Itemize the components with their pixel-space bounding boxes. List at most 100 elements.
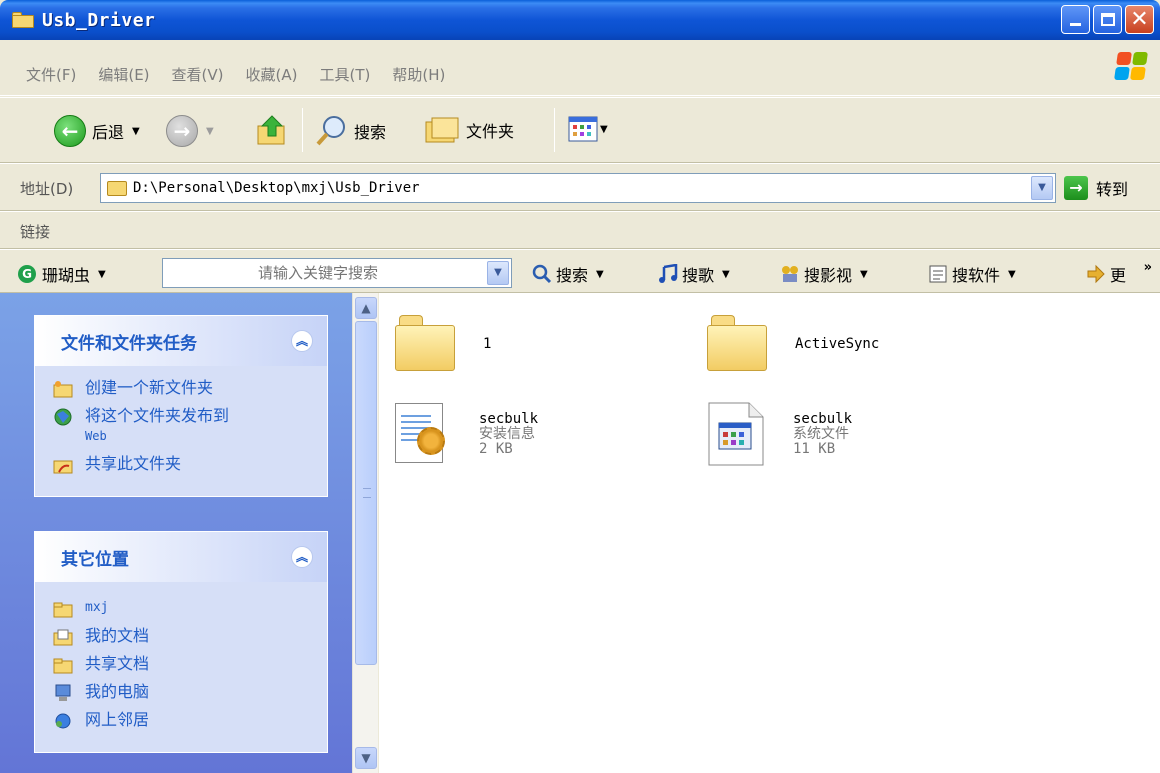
- back-dropdown-icon[interactable]: ▼: [132, 126, 140, 137]
- coral-search-field[interactable]: ▼: [162, 258, 512, 288]
- coral-more-button[interactable]: 更: [1086, 262, 1126, 286]
- window-title: Usb_Driver: [42, 9, 156, 31]
- task-new-folder[interactable]: 创建一个新文件夹: [53, 378, 327, 398]
- folder-icon: [12, 12, 34, 28]
- up-button[interactable]: [254, 112, 290, 148]
- address-value: D:\Personal\Desktop\mxj\Usb_Driver: [133, 180, 420, 196]
- place-label: 我的电脑: [85, 682, 150, 701]
- standard-toolbar: ← 后退 ▼ → ▼ 搜索 文件夹 ▼: [0, 97, 1160, 163]
- menu-help[interactable]: 帮助(H): [392, 64, 445, 85]
- menu-tools[interactable]: 工具(T): [319, 64, 370, 85]
- collapse-icon[interactable]: ︽: [291, 330, 313, 352]
- scroll-up-icon[interactable]: ▲: [355, 297, 377, 319]
- go-label: 转到: [1096, 180, 1129, 199]
- coral-menu-button[interactable]: G 珊瑚虫 ▼: [18, 262, 106, 286]
- coral-song-arrow-icon[interactable]: ▼: [722, 269, 730, 280]
- file-tasks-header[interactable]: 文件和文件夹任务 ︽: [35, 316, 327, 366]
- coral-search-arrow-icon[interactable]: ▼: [596, 269, 604, 280]
- address-input[interactable]: D:\Personal\Desktop\mxj\Usb_Driver ▼: [100, 173, 1056, 203]
- folders-button[interactable]: 文件夹: [424, 114, 514, 146]
- search-button[interactable]: 搜索: [314, 114, 386, 148]
- collapse-icon[interactable]: ︽: [291, 546, 313, 568]
- go-button[interactable]: → 转到: [1064, 176, 1128, 200]
- share-folder-icon: [53, 460, 73, 474]
- coral-logo-icon: G: [18, 265, 36, 283]
- file-item-folder-activesync[interactable]: ActiveSync: [705, 309, 879, 379]
- coral-search-input[interactable]: [163, 264, 473, 282]
- place-network[interactable]: 网上邻居: [53, 710, 327, 730]
- place-mxj[interactable]: mxj: [53, 598, 327, 618]
- scroll-thumb[interactable]: [355, 321, 377, 665]
- forward-dropdown-icon[interactable]: ▼: [206, 126, 214, 137]
- coral-toolbar: G 珊瑚虫 ▼ ▼ 搜索 ▼ 搜歌 ▼ 搜影视 ▼ 搜软件 ▼ 更 »: [0, 249, 1160, 293]
- coral-dropdown-icon: ▼: [98, 268, 106, 280]
- file-item-secbulk-inf[interactable]: secbulk 安装信息 2 KB: [385, 399, 538, 469]
- file-tasks-title: 文件和文件夹任务: [61, 333, 197, 354]
- place-label: mxj: [85, 600, 109, 615]
- coral-software-arrow-icon[interactable]: ▼: [1008, 269, 1016, 280]
- views-icon: [568, 116, 598, 142]
- magnifier-icon: [316, 116, 345, 146]
- views-button[interactable]: ▼: [568, 116, 608, 142]
- title-bar[interactable]: Usb_Driver ✕: [0, 0, 1160, 40]
- menu-view[interactable]: 查看(V): [172, 64, 224, 85]
- new-folder-icon: [53, 381, 73, 398]
- task-label: 将这个文件夹发布到: [85, 406, 230, 425]
- coral-software-label: 搜软件: [952, 266, 1001, 285]
- task-label-sub: Web: [85, 429, 107, 443]
- file-tasks-panel: 文件和文件夹任务 ︽ 创建一个新文件夹 将这个文件夹发布到 Web 共享此文件夹: [34, 315, 328, 497]
- close-button[interactable]: ✕: [1125, 5, 1154, 34]
- coral-song-label: 搜歌: [682, 266, 715, 285]
- place-my-computer[interactable]: 我的电脑: [53, 682, 327, 702]
- address-label: 地址(D): [20, 180, 74, 198]
- coral-video-arrow-icon[interactable]: ▼: [860, 269, 868, 280]
- minimize-button[interactable]: [1061, 5, 1090, 34]
- address-dropdown-icon[interactable]: ▼: [1031, 176, 1053, 200]
- task-pane-scrollbar[interactable]: ▲ ▼: [352, 293, 378, 773]
- coral-song-button[interactable]: 搜歌 ▼: [658, 262, 730, 286]
- task-publish-web[interactable]: 将这个文件夹发布到 Web: [53, 406, 327, 446]
- shared-folder-icon: [53, 658, 73, 674]
- file-size: 11 KB: [793, 440, 836, 457]
- coral-software-button[interactable]: 搜软件 ▼: [928, 262, 1016, 286]
- file-name: secbulk: [479, 410, 539, 427]
- scroll-down-icon[interactable]: ▼: [355, 747, 377, 769]
- arrow-right-icon: [1087, 264, 1105, 284]
- task-share-folder[interactable]: 共享此文件夹: [53, 454, 327, 474]
- coral-search-button[interactable]: 搜索 ▼: [532, 262, 604, 286]
- file-name: ActiveSync: [795, 335, 880, 352]
- folders-label: 文件夹: [466, 122, 515, 141]
- back-arrow-icon: ←: [54, 115, 86, 147]
- my-computer-icon: [55, 684, 71, 701]
- place-shared-documents[interactable]: 共享文档: [53, 654, 327, 674]
- menu-file[interactable]: 文件(F): [26, 64, 76, 85]
- menu-favorites[interactable]: 收藏(A): [246, 64, 298, 85]
- views-dropdown-icon[interactable]: ▼: [600, 124, 608, 135]
- back-button[interactable]: ← 后退 ▼: [54, 115, 140, 147]
- setup-information-icon: [385, 399, 449, 469]
- other-places-title: 其它位置: [61, 549, 129, 570]
- links-label[interactable]: 链接: [20, 221, 50, 242]
- place-label: 网上邻居: [85, 710, 150, 729]
- file-item-secbulk-sys[interactable]: secbulk 系统文件 11 KB: [703, 399, 852, 469]
- menu-edit[interactable]: 编辑(E): [98, 64, 149, 85]
- other-places-header[interactable]: 其它位置 ︽: [35, 532, 327, 582]
- toolbar-chevron-icon[interactable]: »: [1144, 260, 1152, 275]
- folders-icon: [425, 117, 459, 143]
- folder-up-icon: [257, 115, 285, 145]
- maximize-button[interactable]: [1093, 5, 1122, 34]
- file-list-area[interactable]: 1 ActiveSync secbulk 安装信息 2 KB secbulk 系…: [379, 293, 1160, 773]
- forward-button[interactable]: → ▼: [166, 115, 214, 147]
- coral-search-dropdown-icon[interactable]: ▼: [487, 261, 509, 285]
- coral-video-button[interactable]: 搜影视 ▼: [780, 262, 868, 286]
- links-bar: 链接: [0, 211, 1160, 249]
- forward-arrow-icon: →: [166, 115, 198, 147]
- other-places-panel: 其它位置 ︽ mxj 我的文档 共享文档 我的电脑 网上邻居: [34, 531, 328, 753]
- place-my-documents[interactable]: 我的文档: [53, 626, 327, 646]
- system-file-icon: [703, 399, 767, 469]
- film-icon: [782, 266, 798, 282]
- address-bar: 地址(D) D:\Personal\Desktop\mxj\Usb_Driver…: [0, 163, 1160, 211]
- coral-name: 珊瑚虫: [42, 266, 91, 285]
- folder-icon: [53, 602, 73, 618]
- file-item-folder-1[interactable]: 1: [393, 309, 491, 379]
